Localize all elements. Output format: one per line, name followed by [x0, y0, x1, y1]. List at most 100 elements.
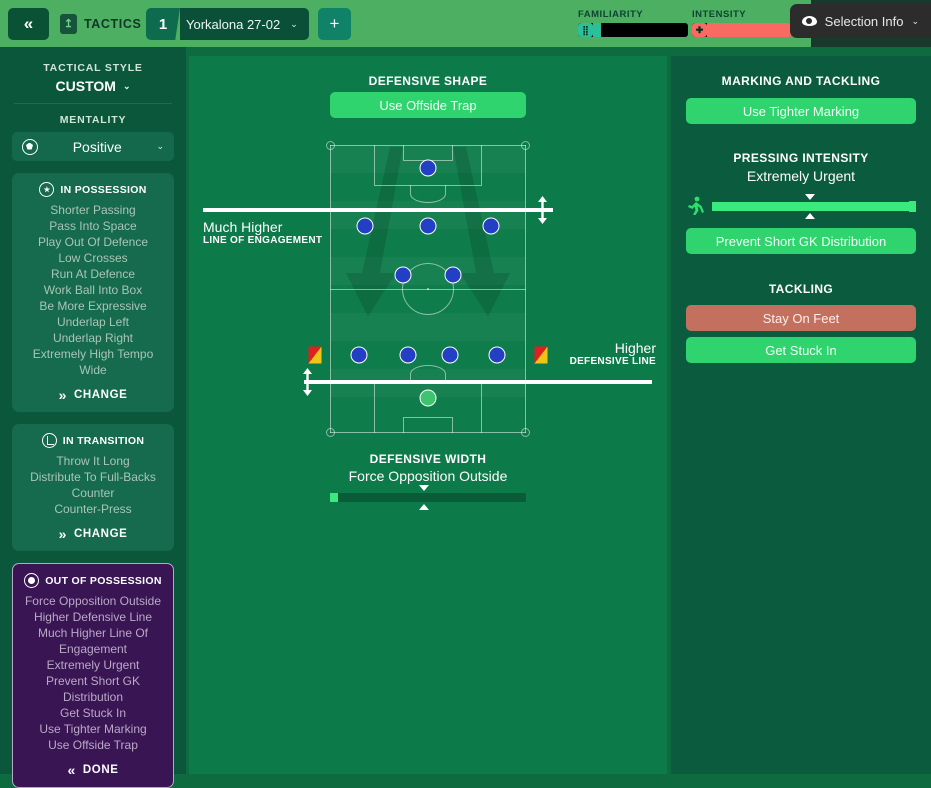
- pressing-intensity-slider[interactable]: [712, 193, 916, 219]
- pressing-slider-knob[interactable]: [909, 200, 916, 212]
- familiarity-meter[interactable]: FAMILIARITY ⣿: [578, 9, 688, 37]
- mentality-selector[interactable]: Positive ⌄: [12, 132, 174, 161]
- linesman-flag-icon-left: [308, 346, 322, 364]
- mentality-shield-icon: [22, 138, 38, 155]
- player-token-goalkeeper[interactable]: [419, 389, 437, 407]
- pitch-graphic[interactable]: [308, 141, 548, 437]
- phase-instruction-item: Force Opposition Outside: [24, 594, 162, 608]
- phase-instruction-item: Extremely High Tempo: [32, 347, 154, 361]
- defensive-line-value: Higher: [614, 340, 656, 356]
- phase-card-title: OUT OF POSSESSION: [45, 574, 162, 587]
- phase-instruction-item: Distribute To Full-Backs: [30, 470, 156, 484]
- phase-instruction-item: Shorter Passing: [50, 203, 136, 217]
- phase-card-done-button[interactable]: « DONE: [19, 762, 167, 778]
- phase-instruction-item: Be More Expressive: [39, 299, 147, 313]
- line-of-engagement-drag-handle[interactable]: [537, 196, 548, 224]
- phase-instruction-item: Counter-Press: [54, 502, 132, 516]
- defensive-shape-label: DEFENSIVE SHAPE: [368, 74, 488, 88]
- player-token-centre-back-right[interactable]: [441, 346, 459, 364]
- phase-card-title: IN TRANSITION: [62, 434, 145, 447]
- player-token-attacking-mid[interactable]: [419, 217, 437, 235]
- chevron-right-double-icon: »: [58, 387, 67, 403]
- tactic-tab-name-label: Yorkalona 27-02: [186, 16, 281, 32]
- tactic-tab-name[interactable]: Yorkalona 27-02 ⌄: [180, 8, 309, 40]
- phase-card-out-of-possession: OUT OF POSSESSION Force Opposition Outsid…: [12, 563, 174, 788]
- ball-circle-icon: [24, 573, 40, 588]
- chevron-down-icon[interactable]: ⌄: [123, 81, 131, 92]
- tactical-style-selector[interactable]: CUSTOM ⌄: [12, 78, 174, 94]
- defensive-width-label: DEFENSIVE WIDTH: [369, 452, 487, 466]
- tactics-sidebar: TACTICAL STYLE CUSTOM ⌄ MENTALITY Positi…: [0, 47, 186, 788]
- selection-info-button[interactable]: Selection Info ⌄: [789, 4, 931, 38]
- top-bar: « ↥ TACTICS 1 Yorkalona 27-02 ⌄ + FAMILI…: [0, 0, 931, 47]
- player-token-right-back[interactable]: [488, 346, 506, 364]
- player-token-centre-mid-right[interactable]: [444, 266, 462, 284]
- player-token-centre-back-left[interactable]: [399, 346, 417, 364]
- phase-instruction-item: Prevent Short GK: [45, 674, 141, 688]
- tactical-style-value: CUSTOM: [55, 78, 116, 94]
- player-token-right-winger[interactable]: [482, 217, 500, 235]
- defensive-width-marker-bottom: [419, 504, 430, 510]
- phase-card-action-label: CHANGE: [73, 389, 128, 401]
- phase-instruction-item: Throw It Long: [56, 454, 130, 468]
- chevron-down-icon[interactable]: ⌄: [911, 16, 919, 27]
- intensity-meter[interactable]: INTENSITY ✚: [692, 9, 792, 37]
- phase-card-in-transition: IN TRANSITION Throw It Long Distribute To …: [12, 424, 174, 551]
- back-button[interactable]: «: [8, 8, 49, 40]
- defensive-line-label: DEFENSIVE LINE: [569, 356, 656, 367]
- add-tactic-button[interactable]: +: [318, 8, 351, 40]
- phase-instruction-item: Pass Into Space: [49, 219, 137, 233]
- pressing-label: PRESSING INTENSITY: [733, 151, 869, 165]
- phase-instruction-item: Play Out Of Defence: [37, 235, 149, 249]
- tactic-tab[interactable]: 1 Yorkalona 27-02 ⌄: [146, 8, 309, 40]
- pressing-slider-fill: [712, 201, 916, 211]
- player-token-centre-mid-left[interactable]: [394, 266, 412, 284]
- chevron-down-icon[interactable]: ⌄: [156, 141, 164, 152]
- familiarity-label: FAMILIARITY: [578, 9, 644, 20]
- marking-label: MARKING AND TACKLING: [721, 74, 881, 88]
- runner-icon: [688, 196, 704, 215]
- linesman-flag-icon-right: [534, 346, 548, 364]
- phase-instruction-list: Shorter Passing Pass Into Space Play Out O…: [18, 202, 168, 378]
- phase-instruction-item: Use Tighter Marking: [39, 722, 147, 736]
- sidebar-divider: [14, 103, 172, 104]
- phase-instruction-item: Engagement: [58, 642, 128, 656]
- phase-card-action-label: DONE: [82, 764, 119, 776]
- phase-card-change-button[interactable]: » CHANGE: [18, 387, 168, 403]
- clock-circle-icon: [41, 433, 57, 448]
- phase-instruction-item: Wide: [79, 363, 107, 377]
- phase-card-in-possession: IN POSSESSION Shorter Passing Pass Into Sp…: [12, 173, 174, 412]
- tactics-label: TACTICS: [84, 17, 142, 31]
- phase-instruction-item: Use Offside Trap: [48, 738, 138, 752]
- phase-instruction-item: Underlap Right: [52, 331, 134, 345]
- defensive-width-marker-top: [419, 485, 430, 491]
- familiarity-badge-icon: ⣿: [578, 23, 593, 37]
- prevent-short-gk-distribution-button[interactable]: Prevent Short GK Distribution: [686, 228, 916, 254]
- line-of-engagement-label: LINE OF ENGAGEMENT: [203, 235, 323, 246]
- use-offside-trap-button[interactable]: Use Offside Trap: [330, 92, 526, 118]
- phase-instruction-item: Counter: [71, 486, 115, 500]
- phase-instruction-item: Work Ball Into Box: [43, 283, 143, 297]
- use-tighter-marking-button[interactable]: Use Tighter Marking: [686, 98, 916, 124]
- defensive-line-marker[interactable]: [304, 380, 652, 384]
- get-stuck-in-button[interactable]: Get Stuck In: [686, 337, 916, 363]
- tackling-label: TACKLING: [768, 282, 834, 296]
- phase-card-change-button[interactable]: » CHANGE: [18, 526, 168, 542]
- player-token-left-winger[interactable]: [356, 217, 374, 235]
- defensive-line-drag-handle[interactable]: [302, 368, 313, 396]
- tactics-title-group: ↥ TACTICS: [60, 8, 141, 40]
- stay-on-feet-button[interactable]: Stay On Feet: [686, 305, 916, 331]
- familiarity-bar: ⣿: [578, 23, 688, 37]
- phase-card-action-label: CHANGE: [73, 528, 128, 540]
- chevron-left-double-icon: «: [67, 762, 76, 778]
- phase-card-header: IN TRANSITION: [18, 433, 168, 448]
- player-token-left-back[interactable]: [350, 346, 368, 364]
- line-of-engagement-value: Much Higher: [203, 219, 283, 235]
- defensive-width-slider[interactable]: [330, 485, 526, 510]
- line-of-engagement-text: Much Higher LINE OF ENGAGEMENT: [203, 219, 322, 246]
- line-of-engagement-marker[interactable]: [203, 208, 553, 212]
- chevron-down-icon[interactable]: ⌄: [290, 19, 298, 30]
- phase-instruction-item: Higher Defensive Line: [33, 610, 153, 624]
- player-token-striker[interactable]: [419, 159, 437, 177]
- phase-instruction-list: Force Opposition Outside Higher Defensive…: [19, 593, 167, 753]
